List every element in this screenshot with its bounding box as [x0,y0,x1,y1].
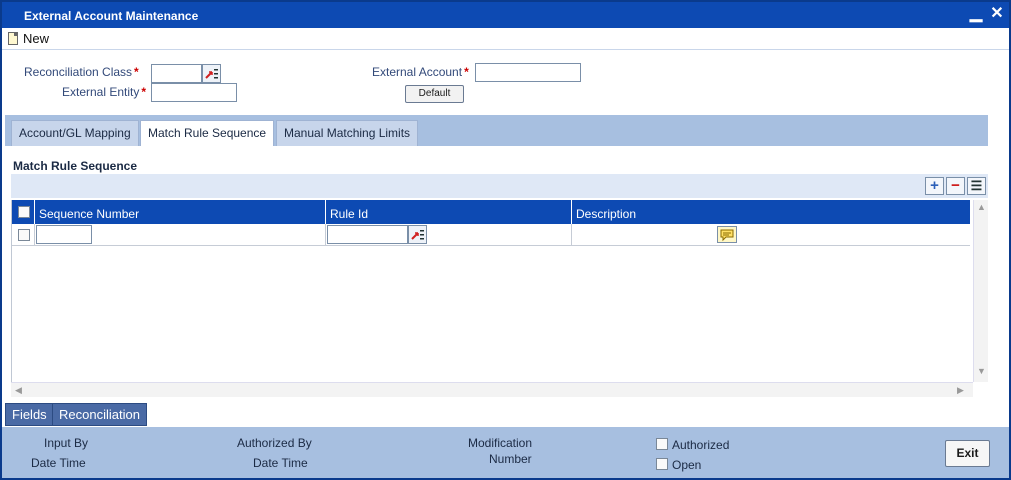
vertical-scrollbar[interactable]: ▲ ▼ [973,200,988,382]
section-title: Match Rule Sequence [13,159,138,173]
single-view-icon[interactable]: ☰ [967,177,986,195]
row-checkbox[interactable] [18,229,30,241]
add-row-icon[interactable]: + [925,177,944,195]
list-of-values-icon [411,230,424,240]
select-all-checkbox[interactable] [18,206,30,218]
scroll-left-icon[interactable]: ◀ [15,385,22,396]
horizontal-scrollbar[interactable]: ◀ ▶ [11,382,973,397]
input-by-label: Input By [44,436,89,450]
close-icon[interactable]: ✕ [988,5,1006,23]
reconciliation-class-input[interactable] [151,64,202,83]
reconciliation-class-label: Reconciliation Class * [24,65,139,79]
delete-row-icon[interactable]: − [946,177,965,195]
new-label: New [23,31,50,46]
external-account-input[interactable] [475,63,581,82]
grid-header: Sequence Number Rule Id Description [12,200,970,224]
sequence-number-cell [34,224,326,246]
rule-id-cell [326,224,572,246]
modification-label: Modification [468,436,533,450]
table-row [12,224,970,246]
default-button[interactable]: Default [405,85,464,103]
scroll-up-icon[interactable]: ▲ [977,202,986,212]
scroll-right-icon[interactable]: ▶ [957,385,964,396]
rule-id-lov-button[interactable] [408,225,427,244]
authorized-label: Authorized [672,438,730,452]
title-bar: External Account Maintenance ▁ ✕ [2,2,1009,28]
exit-button[interactable]: Exit [945,440,990,467]
column-sequence-number[interactable]: Sequence Number [34,200,326,224]
date-time-label: Date Time [31,456,86,470]
tab-manual-matching-limits[interactable]: Manual Matching Limits [276,120,419,146]
authorized-by-label: Authorized By [237,436,312,450]
tab-match-rule-sequence[interactable]: Match Rule Sequence [140,120,275,146]
scroll-down-icon[interactable]: ▼ [977,366,986,376]
modification-number-label: Number [489,452,532,466]
toolbar: New [2,28,1009,50]
external-account-label: External Account * [372,65,469,79]
fields-button[interactable]: Fields [5,403,54,426]
authorized-date-time-label: Date Time [253,456,308,470]
audit-footer: Input By Date Time Authorized By Date Ti… [2,427,1009,478]
authorized-checkbox[interactable] [656,438,668,450]
description-cell [572,224,970,246]
open-label: Open [672,458,702,472]
minimize-icon[interactable]: ▁ [967,5,985,23]
column-description[interactable]: Description [572,200,970,224]
description-editor-button[interactable] [717,226,737,243]
external-entity-input[interactable] [151,83,237,102]
reconciliation-details-button[interactable]: Reconciliation Details [52,403,147,444]
tab-account-gl-mapping[interactable]: Account/GL Mapping [11,120,139,146]
column-rule-id[interactable]: Rule Id [326,200,572,224]
window-title: External Account Maintenance [24,9,199,23]
new-document-icon [8,32,18,45]
rule-id-input[interactable] [327,225,408,244]
external-entity-label: External Entity * [62,85,147,99]
match-rule-grid: Sequence Number Rule Id Description [11,200,973,382]
open-checkbox[interactable] [656,458,668,470]
new-button[interactable]: New [8,31,49,46]
comment-bubble-icon [720,229,734,242]
reconciliation-class-lov-button[interactable] [202,64,221,83]
sequence-number-input[interactable] [36,225,92,244]
list-of-values-icon [205,69,218,79]
tab-bar: Account/GL Mapping Match Rule Sequence M… [5,115,988,146]
grid-toolbar: + − ☰ [11,174,988,198]
main-window: External Account Maintenance ▁ ✕ New Rec… [0,0,1011,480]
